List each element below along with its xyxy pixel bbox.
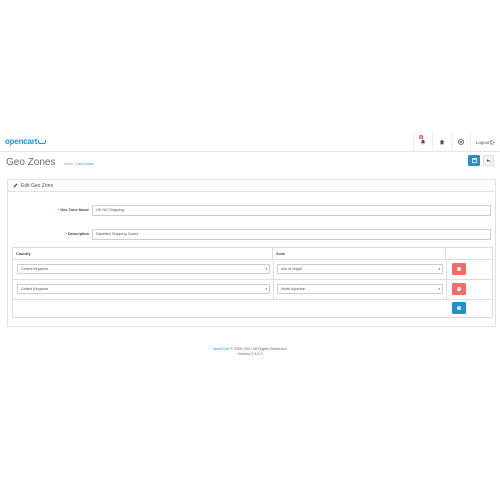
opencart-link[interactable]: OpenCart [213,347,229,351]
minus-circle-icon: − [457,267,461,271]
required-marker: * [57,208,60,212]
country-select[interactable]: United Kingdom ▾ [17,264,270,274]
version-text: Version 2.3.0.2 [237,352,263,356]
country-select-value: United Kingdom [21,267,49,271]
caret-down-icon: ▾ [438,287,440,291]
geo-zone-name-input[interactable]: UK NO Shipping [92,205,491,216]
logout-button[interactable]: Logout [470,132,500,152]
zone-select[interactable]: North Ayrshire ▾ [277,284,443,294]
lifebuoy-icon [458,139,464,145]
header-actions: 9 Logout [413,132,500,152]
breadcrumb-geo-zones[interactable]: Geo Zones [76,162,93,166]
notification-badge: 9 [419,135,423,139]
page-header: Geo Zones Home|Geo Zones [0,152,500,174]
reply-icon [486,159,491,163]
description-label: *Description [66,232,89,236]
add-zone-button[interactable]: + [452,302,466,314]
zone-select-value: North Ayrshire [281,287,305,291]
copyright-text: © 2009-2017 All Rights Reserved. [230,347,288,351]
signout-icon [490,140,495,144]
description-input[interactable]: Disabled Shipping Zones [92,229,491,240]
geo-zone-name-label: *Geo Zone Name [58,208,89,212]
remove-zone-button[interactable]: − [452,263,466,275]
help-button[interactable] [451,132,470,152]
plus-circle-icon: + [457,306,461,310]
page-title: Geo Zones [6,157,56,168]
caret-down-icon: ▾ [438,267,440,271]
required-marker: * [65,232,68,236]
home-button[interactable] [432,132,451,152]
save-button[interactable] [468,155,480,166]
back-button[interactable] [483,155,494,166]
cart-icon [38,139,47,144]
notifications-button[interactable]: 9 [413,132,432,152]
row-divider [13,279,494,280]
remove-zone-button[interactable]: − [452,283,466,295]
bell-icon [420,139,426,145]
home-icon [439,139,445,145]
logout-label: Logout [475,139,490,145]
breadcrumb-home[interactable]: Home [64,162,73,166]
save-icon [471,158,477,163]
country-select[interactable]: United Kingdom ▾ [17,284,270,294]
zone-select-value: Isle of Wight [281,267,302,271]
footer: OpenCart © 2009-2017 All Rights Reserved… [0,347,500,357]
edit-geo-zone-panel: Edit Geo Zone *Geo Zone Name UK NO Shipp… [7,179,496,327]
panel-heading: Edit Geo Zone [8,180,495,192]
caret-down-icon: ▾ [265,287,267,291]
minus-circle-icon: − [457,287,461,291]
column-header-action [446,248,494,260]
description-label-text: Description [68,232,89,236]
logo-text: opencart [5,137,38,146]
top-header: opencart 9 Logout [0,132,500,152]
zone-table: Country Zone United Kingdom ▾ Isle of Wi… [12,247,494,318]
zone-select[interactable]: Isle of Wight ▾ [277,264,443,274]
opencart-logo[interactable]: opencart [5,137,47,146]
pencil-icon [13,183,18,188]
country-select-value: United Kingdom [21,287,49,291]
breadcrumb: Home|Geo Zones [64,162,94,166]
panel-heading-text: Edit Geo Zone [21,182,54,189]
column-header-country: Country [13,248,273,260]
geo-zone-name-label-text: Geo Zone Name [60,208,89,212]
caret-down-icon: ▾ [265,267,267,271]
row-divider [13,299,494,300]
column-header-zone: Zone [273,248,446,260]
